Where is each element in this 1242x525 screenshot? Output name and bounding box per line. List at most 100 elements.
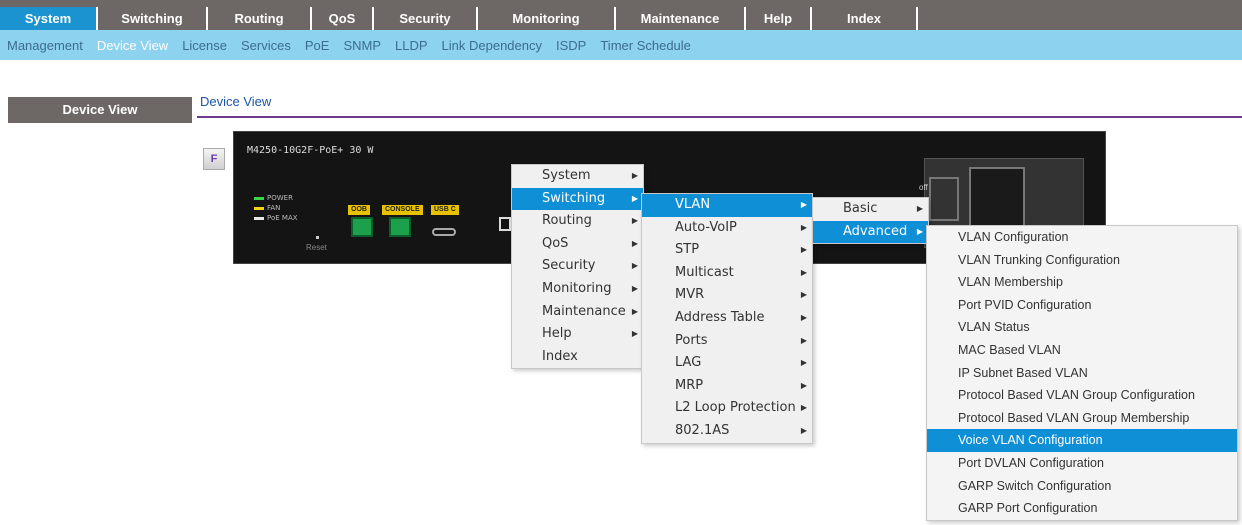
chevron-right-icon: ▶: [631, 329, 638, 339]
context-menu-level2: VLAN ▶ Auto-VoIP ▶ STP ▶ Multicast ▶ MVR ▶ Ad…: [641, 193, 813, 444]
port-icon[interactable]: [499, 217, 511, 231]
subnav-management[interactable]: Management: [7, 38, 83, 53]
oob-port[interactable]: [351, 217, 373, 237]
menu-item-routing[interactable]: Routing ▶: [512, 210, 643, 233]
menu-item-ports[interactable]: Ports ▶: [642, 330, 812, 353]
menu-item-garp-switch-configuration[interactable]: GARP Switch Configuration: [927, 475, 1237, 498]
menu-item-port-pvid-configuration[interactable]: Port PVID Configuration: [927, 294, 1237, 317]
menu-item-port-dvlan-configuration[interactable]: Port DVLAN Configuration: [927, 452, 1237, 475]
subnav-snmp[interactable]: SNMP: [343, 38, 381, 53]
tab-index[interactable]: Index: [810, 0, 916, 30]
menu-item-index[interactable]: Index: [512, 346, 643, 369]
menu-item-monitoring[interactable]: Monitoring ▶: [512, 278, 643, 301]
menu-item-help[interactable]: Help ▶: [512, 323, 643, 346]
menu-item-vlan-membership[interactable]: VLAN Membership: [927, 271, 1237, 294]
menu-item-address-table[interactable]: Address Table ▶: [642, 307, 812, 330]
tab-switching[interactable]: Switching: [96, 0, 206, 30]
led-fan: FAN: [254, 204, 280, 212]
chevron-right-icon: ▶: [800, 425, 807, 435]
menu-item-auto-voip[interactable]: Auto-VoIP ▶: [642, 217, 812, 240]
section-divider: [197, 116, 1242, 118]
chevron-right-icon: ▶: [631, 171, 638, 180]
chevron-right-icon: ▶: [631, 306, 638, 316]
section-title: Device View: [200, 94, 272, 109]
usbc-label: USB C: [431, 205, 459, 215]
top-nav-filler: [916, 0, 1242, 30]
power-switch-icon: [929, 177, 959, 221]
tab-system[interactable]: System: [0, 0, 96, 30]
menu-item-maintenance[interactable]: Maintenance ▶: [512, 301, 643, 324]
menu-item-vlan-configuration[interactable]: VLAN Configuration: [927, 226, 1237, 249]
top-nav: System Switching Routing QoS Security Mo…: [0, 0, 1242, 30]
menu-item-802-1as[interactable]: 802.1AS ▶: [642, 420, 812, 443]
menu-item-protocol-vlan-group-configuration[interactable]: Protocol Based VLAN Group Configuration: [927, 384, 1237, 407]
console-port[interactable]: [389, 217, 411, 237]
sub-nav: Management Device View License Services …: [0, 30, 1242, 60]
chevron-right-icon: ▶: [800, 335, 807, 345]
menu-item-vlan[interactable]: VLAN ▶: [642, 194, 812, 217]
chevron-right-icon: ▶: [631, 283, 638, 293]
chevron-right-icon: ▶: [916, 226, 923, 236]
chevron-right-icon: ▶: [800, 380, 807, 390]
chevron-right-icon: ▶: [800, 267, 807, 277]
context-menu-level1: System ▶ Switching ▶ Routing ▶ QoS ▶ Securit…: [511, 164, 644, 370]
context-menu-level4: VLAN Configuration VLAN Trunking Configu…: [926, 225, 1238, 521]
f-button[interactable]: F: [203, 148, 225, 170]
menu-item-mrp[interactable]: MRP ▶: [642, 375, 812, 398]
subnav-license[interactable]: License: [182, 38, 227, 53]
reset-label: Reset: [306, 243, 327, 252]
tab-help[interactable]: Help: [744, 0, 810, 30]
chevron-right-icon: ▶: [916, 204, 923, 213]
tab-monitoring[interactable]: Monitoring: [476, 0, 614, 30]
menu-item-multicast[interactable]: Multicast ▶: [642, 262, 812, 285]
chevron-right-icon: ▶: [800, 290, 807, 300]
menu-item-system[interactable]: System ▶: [512, 165, 643, 188]
menu-item-vlan-status[interactable]: VLAN Status: [927, 316, 1237, 339]
usbc-port[interactable]: [432, 228, 456, 236]
chevron-right-icon: ▶: [800, 312, 807, 322]
tab-maintenance[interactable]: Maintenance: [614, 0, 744, 30]
menu-item-lag[interactable]: LAG ▶: [642, 352, 812, 375]
led-poe-max: PoE MAX: [254, 214, 298, 222]
menu-item-switching[interactable]: Switching ▶: [512, 187, 643, 211]
menu-item-qos[interactable]: QoS ▶: [512, 233, 643, 256]
menu-item-mac-based-vlan[interactable]: MAC Based VLAN: [927, 339, 1237, 362]
menu-item-l2-loop-protection[interactable]: L2 Loop Protection ▶: [642, 397, 812, 420]
oob-label: OOB: [348, 205, 370, 215]
menu-item-advanced[interactable]: Advanced ▶: [813, 220, 928, 244]
menu-item-vlan-trunking-configuration[interactable]: VLAN Trunking Configuration: [927, 249, 1237, 272]
chevron-right-icon: ▶: [800, 245, 807, 255]
tab-security[interactable]: Security: [372, 0, 476, 30]
subnav-isdp[interactable]: ISDP: [556, 38, 586, 53]
off-label: off: [919, 183, 928, 192]
subnav-poe[interactable]: PoE: [305, 38, 330, 53]
menu-item-security[interactable]: Security ▶: [512, 255, 643, 278]
subnav-link-dependency[interactable]: Link Dependency: [442, 38, 542, 53]
chevron-right-icon: ▶: [800, 403, 807, 413]
chevron-right-icon: ▶: [631, 216, 638, 226]
chevron-right-icon: ▶: [631, 238, 638, 248]
reset-button[interactable]: [316, 236, 319, 239]
menu-item-voice-vlan-configuration[interactable]: Voice VLAN Configuration: [927, 429, 1237, 452]
subnav-timer-schedule[interactable]: Timer Schedule: [600, 38, 691, 53]
tab-routing[interactable]: Routing: [206, 0, 310, 30]
chevron-right-icon: ▶: [800, 358, 807, 368]
left-tab-device-view[interactable]: Device View: [8, 97, 192, 123]
menu-item-stp[interactable]: STP ▶: [642, 239, 812, 262]
menu-item-garp-port-configuration[interactable]: GARP Port Configuration: [927, 497, 1237, 520]
context-menu-level3: Basic ▶ Advanced ▶: [812, 197, 929, 245]
menu-item-protocol-vlan-group-membership[interactable]: Protocol Based VLAN Group Membership: [927, 407, 1237, 430]
menu-item-ip-subnet-based-vlan[interactable]: IP Subnet Based VLAN: [927, 362, 1237, 385]
chevron-right-icon: ▶: [631, 193, 638, 203]
subnav-device-view[interactable]: Device View: [97, 38, 168, 53]
chevron-right-icon: ▶: [631, 261, 638, 271]
device-model-label: M4250-10G2F-PoE+ 30 W: [247, 145, 374, 156]
led-power: POWER: [254, 194, 293, 202]
subnav-services[interactable]: Services: [241, 38, 291, 53]
chevron-right-icon: ▶: [800, 222, 807, 232]
console-label: CONSOLE: [382, 205, 423, 215]
menu-item-mvr[interactable]: MVR ▶: [642, 284, 812, 307]
tab-qos[interactable]: QoS: [310, 0, 372, 30]
subnav-lldp[interactable]: LLDP: [395, 38, 428, 53]
menu-item-basic[interactable]: Basic ▶: [813, 198, 928, 221]
